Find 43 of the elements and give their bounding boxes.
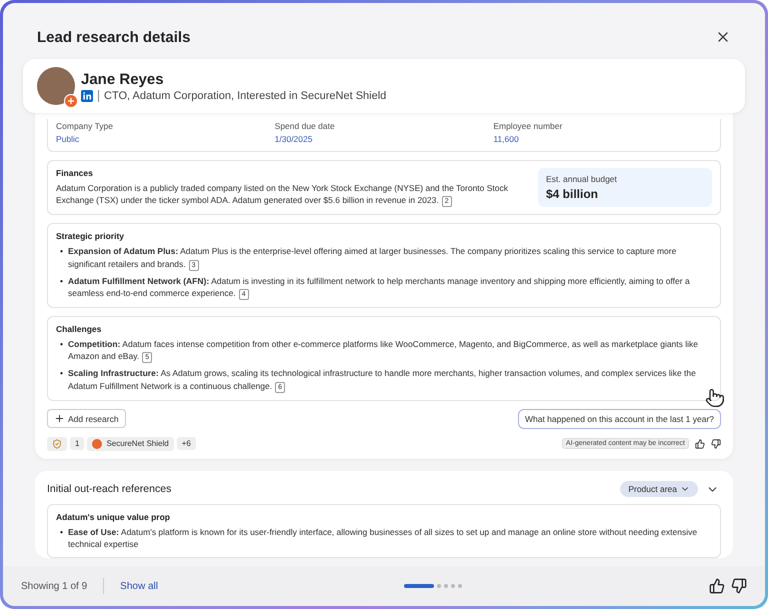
thumbs-down-icon[interactable] <box>730 578 747 594</box>
badge-icon <box>64 94 78 108</box>
add-research-button[interactable]: Add research <box>47 409 126 428</box>
thumbs-up-icon[interactable] <box>708 578 725 594</box>
contact-subtitle: CTO, Adatum Corporation, Interested in SecureNet Shield <box>104 90 386 102</box>
shield-chip[interactable] <box>47 436 67 451</box>
section-title: Challenges <box>56 324 102 334</box>
bullet-marker: • <box>60 245 63 258</box>
field-label: Employee number <box>493 121 564 131</box>
section-title: Finances <box>56 168 94 178</box>
page-indicator[interactable] <box>404 584 434 588</box>
field-label: Spend due date <box>274 121 336 131</box>
bullet-text: Ease of Use: Adatum's platform is known for its user-friendly interface, allowing businesses of all sizes to set up and manage an online store without needing extensive technical expertise <box>68 526 698 550</box>
bullet-marker: • <box>60 526 63 538</box>
product-area-dropdown[interactable]: Product area <box>620 481 698 498</box>
budget-value: $4 billion <box>546 187 600 201</box>
budget-label: Est. annual budget <box>546 174 618 184</box>
linkedin-icon[interactable] <box>81 90 93 102</box>
hand-cursor-icon <box>705 388 725 408</box>
thumbs-down-icon[interactable] <box>711 438 721 449</box>
more-sources-chip[interactable]: +6 <box>176 437 196 450</box>
field-value: 11,600 <box>493 134 520 144</box>
bullet-marker: • <box>60 367 63 380</box>
section-title: Strategic priority <box>56 231 126 242</box>
showing-count: Showing 1 of 9 <box>21 580 88 592</box>
dialog-title: Lead research details <box>37 28 190 46</box>
field-value: Public <box>56 134 80 144</box>
field-label: Company Type <box>56 121 114 131</box>
field-value: 1/30/2025 <box>274 134 314 144</box>
show-all-link[interactable]: Show all <box>120 580 158 592</box>
source-count[interactable]: 1 <box>70 437 84 450</box>
thumbs-up-icon[interactable] <box>695 438 705 449</box>
avatar <box>37 67 75 105</box>
source-chip[interactable]: SecureNet Shield <box>87 436 174 451</box>
outreach-title: Initial out-reach references <box>47 483 172 496</box>
section-title: Adatum's unique value prop <box>56 512 171 522</box>
bullet-marker: • <box>60 338 63 350</box>
shield-icon <box>52 438 62 449</box>
bullet-marker: • <box>60 274 63 287</box>
plus-icon <box>54 413 65 424</box>
suggestion-chip[interactable]: What happened on this account in the last 1 year? <box>518 408 721 429</box>
source-logo-icon <box>92 438 102 449</box>
contact-name: Jane Reyes <box>81 70 165 88</box>
